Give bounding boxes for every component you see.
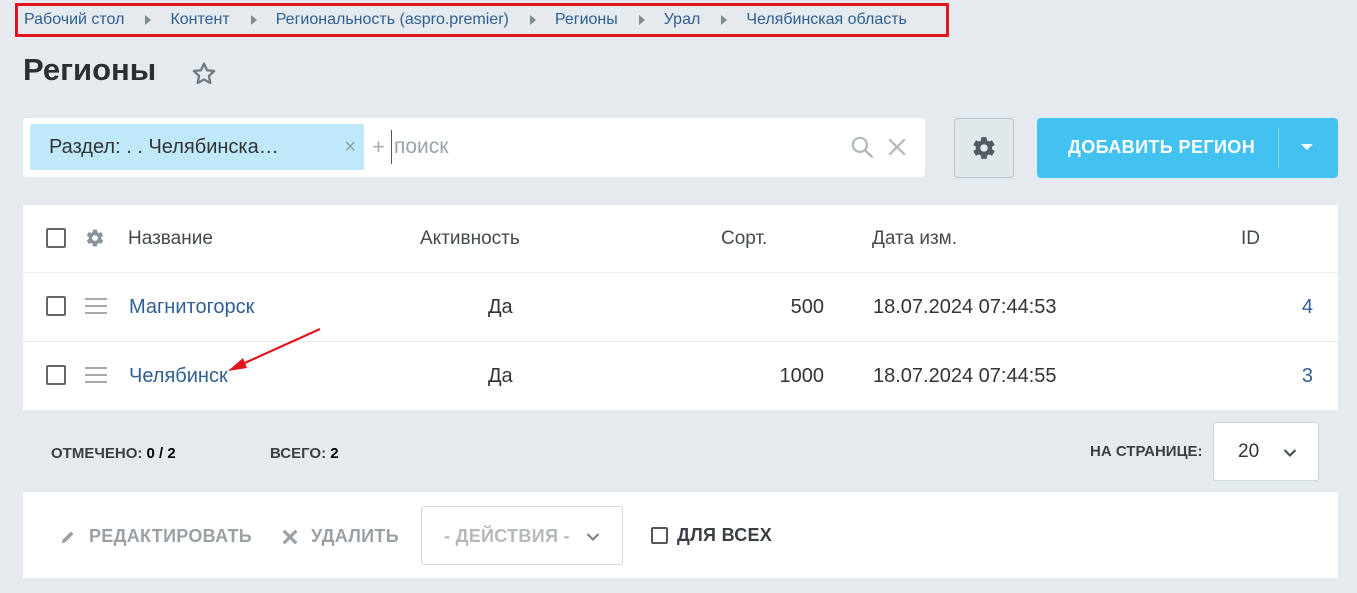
per-page-label: НА СТРАНИЦЕ: xyxy=(1090,443,1203,460)
page: Рабочий стол Контент Региональность (asp… xyxy=(0,0,1357,593)
chevron-down-icon xyxy=(586,533,600,542)
chevron-down-icon[interactable] xyxy=(1301,144,1313,150)
button-divider xyxy=(1278,128,1279,168)
breadcrumb-separator-icon xyxy=(721,15,728,25)
add-region-button[interactable]: ДОБАВИТЬ РЕГИОН xyxy=(1037,118,1338,178)
chevron-down-icon xyxy=(1283,449,1297,458)
actions-select-label: - ДЕЙСТВИЯ - xyxy=(444,526,570,546)
column-header-active[interactable]: Активность xyxy=(420,228,520,250)
delete-label: УДАЛИТЬ xyxy=(311,526,399,546)
column-header-sort[interactable]: Сорт. xyxy=(721,228,767,250)
actions-select[interactable]: - ДЕЙСТВИЯ - xyxy=(421,506,623,565)
per-page-select[interactable]: 20 xyxy=(1213,422,1319,481)
selected-count-label: ОТМЕЧЕНО: xyxy=(51,445,143,462)
for-all-toggle[interactable]: ДЛЯ ВСЕХ xyxy=(651,525,772,546)
selected-count-value: 0 / 2 xyxy=(146,445,176,462)
per-page-value: 20 xyxy=(1238,441,1260,462)
row-name-link[interactable]: Магнитогорск xyxy=(129,296,254,319)
selected-count: ОТМЕЧЕНО: 0 / 2 xyxy=(51,445,176,462)
page-title: Регионы xyxy=(23,52,157,87)
row-date: 18.07.2024 07:44:53 xyxy=(873,296,1057,318)
breadcrumb-item-chelyabinsk-oblast[interactable]: Челябинская область xyxy=(746,11,907,29)
drag-handle-icon[interactable] xyxy=(85,367,107,383)
table-row[interactable]: Магнитогорск Да 500 18.07.2024 07:44:53 … xyxy=(23,273,1338,342)
gear-icon xyxy=(973,137,995,159)
total-count-value: 2 xyxy=(330,445,339,462)
breadcrumb-item-desktop[interactable]: Рабочий стол xyxy=(24,11,124,29)
breadcrumb: Рабочий стол Контент Региональность (asp… xyxy=(15,3,949,37)
row-checkbox[interactable] xyxy=(46,296,66,316)
total-count-label: ВСЕГО: xyxy=(270,445,327,462)
breadcrumb-item-regionality[interactable]: Региональность (aspro.premier) xyxy=(276,11,509,29)
edit-button[interactable]: РЕДАКТИРОВАТЬ xyxy=(59,526,252,547)
row-sort: 500 xyxy=(790,296,824,318)
close-icon xyxy=(282,529,298,544)
action-bar: РЕДАКТИРОВАТЬ УДАЛИТЬ - ДЕЙСТВИЯ - ДЛЯ В… xyxy=(23,492,1338,578)
total-count: ВСЕГО: 2 xyxy=(270,445,339,462)
breadcrumb-separator-icon xyxy=(638,15,645,25)
star-icon[interactable] xyxy=(190,60,218,88)
row-active: Да xyxy=(488,365,513,387)
table-row[interactable]: Челябинск Да 1000 18.07.2024 07:44:55 3 xyxy=(23,342,1338,410)
drag-handle-icon[interactable] xyxy=(85,298,107,314)
select-all-checkbox[interactable] xyxy=(46,228,66,248)
for-all-label: ДЛЯ ВСЕХ xyxy=(677,525,773,545)
breadcrumb-item-content[interactable]: Контент xyxy=(170,11,229,29)
column-header-date[interactable]: Дата изм. xyxy=(872,228,957,250)
breadcrumb-separator-icon xyxy=(529,15,536,25)
row-date: 18.07.2024 07:44:55 xyxy=(873,365,1057,387)
for-all-checkbox[interactable] xyxy=(651,527,668,544)
delete-button[interactable]: УДАЛИТЬ xyxy=(281,526,399,547)
filter-chip-label: Раздел: . . Челябинска… xyxy=(49,135,279,158)
row-name-link[interactable]: Челябинск xyxy=(129,365,228,388)
clear-icon[interactable] xyxy=(886,136,908,158)
pencil-icon xyxy=(61,531,74,543)
regions-table: Название Активность Сорт. Дата изм. ID М… xyxy=(23,205,1338,410)
filter-bar: Раздел: . . Челябинска… × + xyxy=(23,118,925,177)
breadcrumb-item-ural[interactable]: Урал xyxy=(664,11,701,29)
row-id-link[interactable]: 4 xyxy=(1263,296,1313,319)
settings-button[interactable] xyxy=(954,118,1014,178)
row-checkbox[interactable] xyxy=(46,365,66,385)
table-footer: ОТМЕЧЕНО: 0 / 2 ВСЕГО: 2 НА СТРАНИЦЕ: 20 xyxy=(23,411,1338,491)
add-region-label: ДОБАВИТЬ РЕГИОН xyxy=(1068,137,1256,157)
row-active: Да xyxy=(488,296,513,318)
breadcrumb-item-regions[interactable]: Регионы xyxy=(555,11,618,29)
row-id-link[interactable]: 3 xyxy=(1263,365,1313,388)
close-icon[interactable]: × xyxy=(344,137,356,157)
row-sort: 1000 xyxy=(779,365,825,387)
plus-icon[interactable]: + xyxy=(372,134,385,160)
filter-chip-section[interactable]: Раздел: . . Челябинска… × xyxy=(30,124,364,170)
breadcrumb-separator-icon xyxy=(250,15,257,25)
table-header: Название Активность Сорт. Дата изм. ID xyxy=(23,205,1338,273)
breadcrumb-separator-icon xyxy=(145,15,152,25)
edit-label: РЕДАКТИРОВАТЬ xyxy=(89,526,253,546)
search-icon[interactable] xyxy=(849,134,875,160)
column-header-id[interactable]: ID xyxy=(1241,228,1260,250)
column-header-name[interactable]: Название xyxy=(128,228,213,250)
gear-icon[interactable] xyxy=(85,228,105,248)
search-input[interactable] xyxy=(391,130,841,164)
